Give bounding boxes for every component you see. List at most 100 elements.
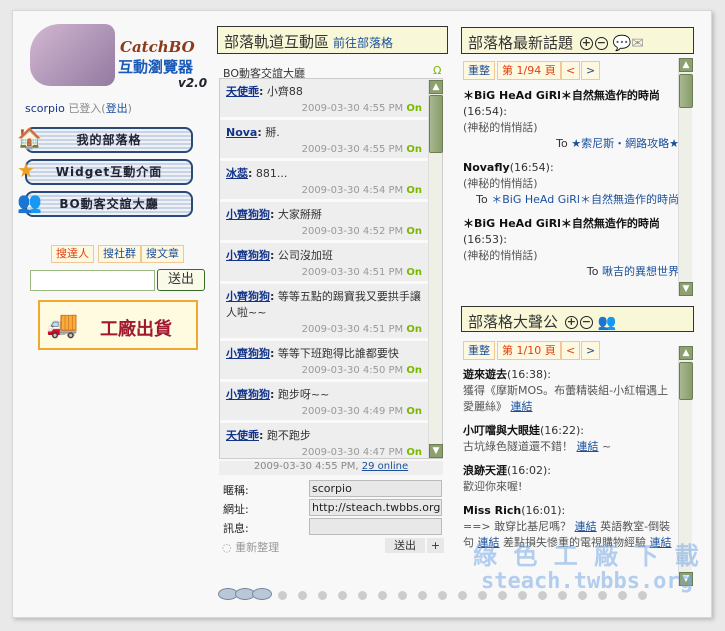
- topic-user[interactable]: ＊BiG HeAd GiRl＊自然無造作的時尚: [463, 217, 660, 230]
- train-icon: [30, 24, 115, 86]
- shout-user[interactable]: 小叮噹與大眼娃: [463, 424, 540, 437]
- topics-reset-button[interactable]: 重整: [463, 61, 495, 80]
- scroll-up-icon[interactable]: ▲: [679, 346, 693, 360]
- app-window: CatchBO 互動瀏覽器 v2.0 scorpio 已登入(登出) 🏠 我的部落…: [12, 10, 712, 618]
- pager-dot[interactable]: [558, 591, 567, 600]
- online-count-link[interactable]: 29 online: [362, 461, 408, 472]
- pager-dot[interactable]: [578, 591, 587, 600]
- shout-link[interactable]: 連結: [577, 440, 599, 453]
- shout-item: 浪跡天涯(16:02): 歡迎你來喔!: [463, 464, 551, 493]
- house-icon: 🏠: [17, 126, 43, 150]
- chat-message: 小齊狗狗: 公司沒加班 2009-03-30 4:51 PM On: [220, 243, 442, 284]
- chat-send-button[interactable]: 送出: [385, 538, 425, 553]
- pager-dot[interactable]: [338, 591, 347, 600]
- topic-user[interactable]: Novafly: [463, 161, 510, 174]
- chat-time: 2009-03-30 4:54 PM On: [301, 185, 422, 196]
- shout-link[interactable]: 連結: [511, 400, 533, 413]
- pager-dot[interactable]: [598, 591, 607, 600]
- chat-user-link[interactable]: 天使乖: [226, 429, 259, 442]
- chat-message: 冰蕊: 881... 2009-03-30 4:54 PM On: [220, 161, 442, 202]
- topics-scrollbar[interactable]: ▲ ▼: [678, 58, 693, 296]
- chat-user-link[interactable]: 天使乖: [226, 85, 259, 98]
- zoom-out-icon[interactable]: −: [579, 316, 593, 329]
- search-submit-button[interactable]: 送出: [157, 269, 205, 291]
- pager-dot[interactable]: [638, 591, 647, 600]
- mail-icon[interactable]: ✉: [631, 34, 644, 52]
- online-status: On: [406, 365, 422, 376]
- refresh-button[interactable]: ◌ 重新整理: [222, 539, 279, 555]
- search-tab-group[interactable]: 搜社群: [98, 245, 141, 263]
- pager-dot[interactable]: [298, 591, 307, 600]
- pager-dot[interactable]: [418, 591, 427, 600]
- chat-text: 公司沒加班: [277, 249, 333, 262]
- nav-lobby[interactable]: 👥 BO動客交誼大廳: [17, 191, 193, 217]
- nav-widget[interactable]: ★ Widget互動介面: [17, 159, 193, 185]
- topic-user[interactable]: ＊BiG HeAd GiRl＊自然無造作的時尚: [463, 89, 660, 102]
- factory-banner[interactable]: 🚚 工廠出貨: [38, 300, 198, 350]
- zoom-out-icon[interactable]: −: [594, 37, 608, 50]
- shout-user[interactable]: 遊來遊去: [463, 368, 507, 381]
- pager-dot[interactable]: [618, 591, 627, 600]
- chat-text: 跑步呀~~: [277, 388, 330, 401]
- pager-dot[interactable]: [498, 591, 507, 600]
- shout-prev-button[interactable]: <: [561, 341, 581, 360]
- scroll-up-icon[interactable]: ▲: [679, 58, 693, 72]
- scroll-down-icon[interactable]: ▼: [429, 444, 443, 458]
- pager-dot[interactable]: [252, 588, 272, 600]
- zoom-in-icon[interactable]: +: [579, 37, 593, 50]
- nav-my-blog[interactable]: 🏠 我的部落格: [17, 127, 193, 153]
- nick-input[interactable]: scorpio: [309, 480, 442, 497]
- shout-user[interactable]: 浪跡天涯: [463, 464, 507, 477]
- search-input[interactable]: [30, 270, 155, 291]
- scroll-thumb[interactable]: [679, 362, 693, 400]
- scroll-thumb[interactable]: [679, 74, 693, 108]
- chat-status-bar: 2009-03-30 4:55 PM, 29 online: [219, 461, 443, 475]
- shout-reset-button[interactable]: 重整: [463, 341, 495, 360]
- pager-dot[interactable]: [358, 591, 367, 600]
- chat-message: 天使乖: 跑不跑步 2009-03-30 4:47 PM On: [220, 423, 442, 458]
- pager-dot[interactable]: [378, 591, 387, 600]
- topic-target-link[interactable]: ★索尼斯・網路攻略★: [571, 137, 679, 150]
- chat-text: 跑不跑步: [266, 429, 311, 442]
- pager-dot[interactable]: [538, 591, 547, 600]
- logo-title: 互動瀏覽器: [118, 58, 194, 76]
- topics-prev-button[interactable]: <: [561, 61, 581, 80]
- logout-link[interactable]: 登出: [106, 102, 128, 115]
- chat-time: 2009-03-30 4:52 PM On: [301, 226, 422, 237]
- topics-next-button[interactable]: >: [581, 61, 601, 80]
- chat-user-link[interactable]: 小齊狗狗: [226, 388, 270, 401]
- scroll-thumb[interactable]: [429, 95, 443, 153]
- chat-user-link[interactable]: 小齊狗狗: [226, 347, 270, 360]
- chat-text: 掰.: [265, 126, 280, 139]
- chat-user-link[interactable]: 小齊狗狗: [226, 249, 270, 262]
- shout-link[interactable]: 連結: [575, 520, 597, 533]
- topic-target-link[interactable]: 啾吉的異想世界: [602, 265, 679, 278]
- pager-dot[interactable]: [458, 591, 467, 600]
- chat-plus-button[interactable]: +: [427, 538, 444, 553]
- chat-bubble-icon[interactable]: 💬: [613, 34, 632, 52]
- scroll-down-icon[interactable]: ▼: [679, 282, 693, 296]
- chat-user-link[interactable]: 小齊狗狗: [226, 290, 270, 303]
- chat-user-link[interactable]: 小齊狗狗: [226, 208, 270, 221]
- pager-dot[interactable]: [518, 591, 527, 600]
- pager-dot[interactable]: [398, 591, 407, 600]
- chat-scrollbar[interactable]: ▲ ▼: [428, 80, 443, 458]
- zoom-in-icon[interactable]: +: [564, 316, 578, 329]
- pager-dot[interactable]: [478, 591, 487, 600]
- chat-message: 小齊狗狗: 大家掰掰 2009-03-30 4:52 PM On: [220, 202, 442, 243]
- scroll-up-icon[interactable]: ▲: [429, 80, 443, 94]
- shout-next-button[interactable]: >: [581, 341, 601, 360]
- chat-user-link[interactable]: Nova: [226, 126, 257, 139]
- search-tab-article[interactable]: 搜文章: [141, 245, 184, 263]
- goto-blog-link[interactable]: 前往部落格: [333, 36, 393, 50]
- msg-input[interactable]: [309, 518, 442, 535]
- omega-icon[interactable]: Ω: [433, 64, 441, 77]
- search-tab-people[interactable]: 搜達人: [51, 245, 94, 263]
- pager-dot[interactable]: [318, 591, 327, 600]
- topic-target-link[interactable]: ＊BiG HeAd GiRl＊自然無造作的時尚: [491, 193, 679, 206]
- chat-user-link[interactable]: 冰蕊: [226, 167, 248, 180]
- url-input[interactable]: http://steach.twbbs.org: [309, 499, 442, 516]
- shout-user[interactable]: Miss Rich: [463, 504, 521, 517]
- pager-dot[interactable]: [278, 591, 287, 600]
- pager-dot[interactable]: [438, 591, 447, 600]
